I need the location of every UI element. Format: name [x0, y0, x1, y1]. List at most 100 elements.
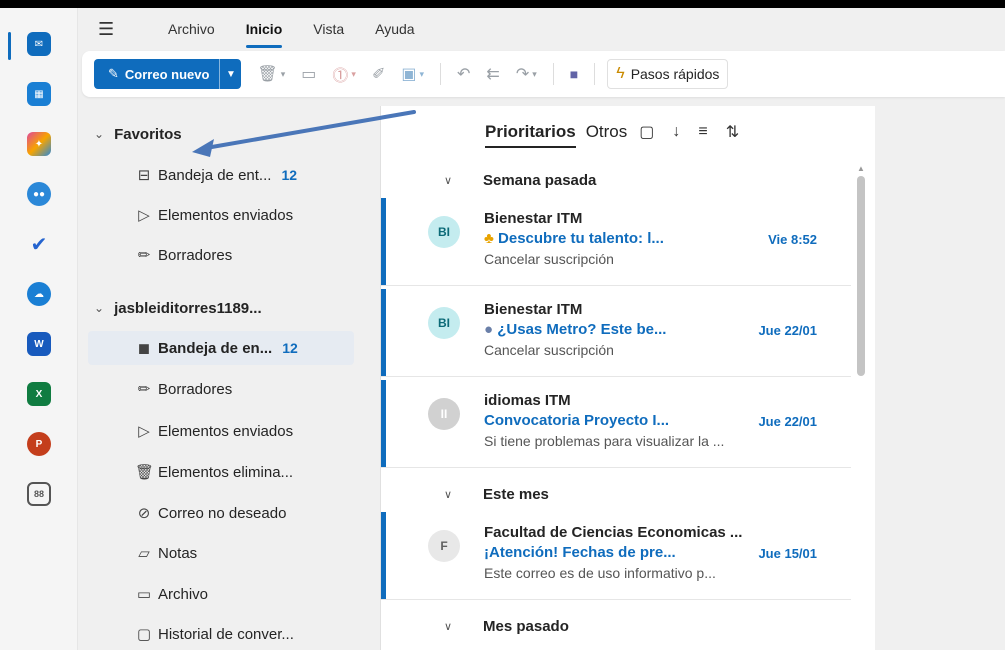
avatar: F: [428, 530, 460, 562]
folder-label: Elementos enviados: [158, 422, 294, 440]
new-mail-main[interactable]: ✎ Correo nuevo: [94, 59, 219, 89]
chevron-down-icon: ⌄: [94, 127, 105, 141]
word-app-icon[interactable]: W: [27, 332, 51, 356]
account-drafts[interactable]: ✏ Borradores: [88, 372, 354, 406]
delete-icon[interactable]: 🗑 ▾: [257, 64, 285, 84]
lightning-icon: ϟ: [616, 65, 625, 82]
forward-icon[interactable]: ↷ ▾: [516, 64, 537, 84]
emoji-icon: ●: [484, 321, 498, 338]
message-subject: ● ¿Usas Metro? Este be...: [484, 321, 666, 338]
onedrive-app-icon[interactable]: ☁: [27, 282, 51, 306]
excel-app-icon[interactable]: X: [27, 382, 51, 406]
message-item[interactable]: BI Bienestar ITM ● ¿Usas Metro? Este be.…: [381, 289, 851, 377]
new-mail-label: Correo nuevo: [124, 66, 210, 82]
menu-ayuda[interactable]: Ayuda: [375, 17, 414, 41]
tab-other[interactable]: Otros: [586, 122, 628, 142]
inbox-filled-icon: ◼: [137, 340, 151, 357]
message-time: Jue 22/01: [758, 414, 817, 429]
account-sent[interactable]: ▷ Elementos enviados: [88, 414, 354, 448]
menu-bar: ☰ Archivo Inicio Vista Ayuda: [98, 8, 998, 50]
account-title: jasbleiditorres1189...: [114, 299, 262, 317]
message-list: Prioritarios Otros ▢ ↓ ≡ ⇅ ▲ ∨ Semana pa…: [380, 106, 875, 650]
powerpoint-app-icon[interactable]: P: [27, 432, 51, 456]
menu-vista[interactable]: Vista: [313, 17, 344, 41]
subject-text: Descubre tu talento: l...: [498, 230, 664, 247]
quick-steps-label: Pasos rápidos: [630, 66, 720, 82]
account-junk[interactable]: ⊘ Correo no deseado: [88, 496, 354, 530]
folder-label: Elementos elimina...: [158, 463, 294, 481]
list-scrollbar-thumb[interactable]: [857, 176, 865, 376]
account-deleted[interactable]: 🗑 Elementos elimina...: [88, 455, 354, 489]
message-subject: Convocatoria Proyecto I...: [484, 412, 670, 429]
app-rail: ✉ ▦ ✦ ●● ✔ ☁ W X P 88: [0, 8, 78, 650]
tab-focused[interactable]: Prioritarios: [485, 122, 576, 148]
hamburger-menu-icon[interactable]: ☰: [98, 19, 138, 40]
message-item[interactable]: BI Bienestar ITM ♣ Descubre tu talento: …: [381, 198, 851, 286]
favorite-inbox[interactable]: ⊟ Bandeja de ent... 12: [88, 158, 354, 192]
report-icon[interactable]: ⓵ ▾: [332, 62, 356, 86]
group-title: Este mes: [483, 485, 549, 503]
more-apps-icon[interactable]: 88: [27, 482, 51, 506]
chevron-down-icon: ∨: [444, 488, 453, 501]
chevron-down-icon: ∨: [444, 620, 453, 633]
message-preview: Cancelar suscripción: [484, 342, 614, 358]
message-subject: ¡Atención! Fechas de pre...: [484, 544, 676, 561]
new-mail-button[interactable]: ✎ Correo nuevo ▼: [94, 59, 242, 89]
folder-label: Notas: [158, 544, 198, 562]
message-list-header: Prioritarios Otros ▢ ↓ ≡ ⇅: [381, 106, 876, 158]
archive-icon[interactable]: ▭: [301, 64, 316, 84]
group-last-month[interactable]: ∨ Mes pasado: [381, 608, 859, 644]
subject-text: ¿Usas Metro? Este be...: [497, 321, 667, 338]
avatar: BI: [428, 307, 460, 339]
archive-icon: ▭: [136, 586, 152, 603]
filter-icon[interactable]: ≡: [698, 123, 707, 141]
ribbon-divider: [440, 63, 441, 85]
group-last-week[interactable]: ∨ Semana pasada: [381, 162, 859, 198]
quick-steps-button[interactable]: ϟ Pasos rápidos: [607, 59, 729, 89]
mail-app-icon[interactable]: ✉: [27, 32, 51, 56]
menu-inicio[interactable]: Inicio: [245, 17, 282, 48]
reply-all-icon[interactable]: ⇇: [486, 64, 499, 84]
favorites-header[interactable]: ⌄ Favoritos: [94, 122, 182, 146]
people-app-icon[interactable]: ●●: [27, 182, 51, 206]
account-header[interactable]: ⌄ jasbleiditorres1189...: [94, 296, 262, 320]
new-mail-dropdown-chevron-icon[interactable]: ▼: [219, 59, 241, 89]
move-to-icon[interactable]: ▣ ▾: [401, 64, 424, 84]
favorite-sent[interactable]: ▷ Elementos enviados: [88, 198, 354, 232]
rail-active-indicator: [8, 32, 11, 60]
favorite-drafts[interactable]: ✏ Borradores: [88, 238, 354, 272]
calendar-app-icon[interactable]: ▦: [27, 82, 51, 106]
chevron-down-icon: ⌄: [94, 301, 105, 315]
select-mode-icon[interactable]: ▢: [639, 122, 654, 142]
teams-share-icon[interactable]: ■: [570, 66, 578, 82]
jump-to-icon[interactable]: ↓: [672, 123, 680, 141]
message-item[interactable]: II idiomas ITM Convocatoria Proyecto I..…: [381, 380, 851, 468]
message-item[interactable]: F Facultad de Ciencias Economicas ... ¡A…: [381, 512, 851, 600]
junk-icon: ⊘: [137, 505, 151, 522]
account-notes[interactable]: ▱ Notas: [88, 536, 354, 570]
message-time: Jue 15/01: [758, 546, 817, 561]
message-time: Vie 8:52: [768, 232, 817, 247]
ribbon-divider: [594, 63, 596, 85]
sweep-icon[interactable]: ✐: [372, 64, 385, 84]
ribbon-divider: [552, 63, 554, 85]
menu-archivo[interactable]: Archivo: [168, 17, 215, 41]
sort-icon[interactable]: ⇅: [726, 122, 739, 142]
account-conversation-history[interactable]: ▢ Historial de conver...: [88, 617, 354, 650]
todo-app-icon[interactable]: ✔: [27, 232, 51, 256]
account-archive[interactable]: ▭ Archivo: [88, 577, 354, 611]
reply-icon[interactable]: ↶: [457, 64, 470, 84]
message-time: Jue 22/01: [758, 323, 817, 338]
message-sender: idiomas ITM: [484, 392, 571, 409]
copilot-app-icon[interactable]: ✦: [27, 132, 51, 156]
group-this-month[interactable]: ∨ Este mes: [381, 476, 859, 512]
message-preview: Cancelar suscripción: [484, 251, 614, 267]
folder-label: Correo no deseado: [158, 504, 287, 522]
account-inbox[interactable]: ◼ Bandeja de en... 12: [88, 331, 354, 365]
folder-label: Historial de conver...: [158, 625, 294, 643]
notes-icon: ▱: [138, 545, 150, 562]
folder-icon: ▢: [136, 626, 152, 643]
message-preview: Si tiene problemas para visualizar la ..…: [484, 433, 725, 449]
send-icon: ▷: [138, 423, 150, 440]
avatar: II: [428, 398, 460, 430]
